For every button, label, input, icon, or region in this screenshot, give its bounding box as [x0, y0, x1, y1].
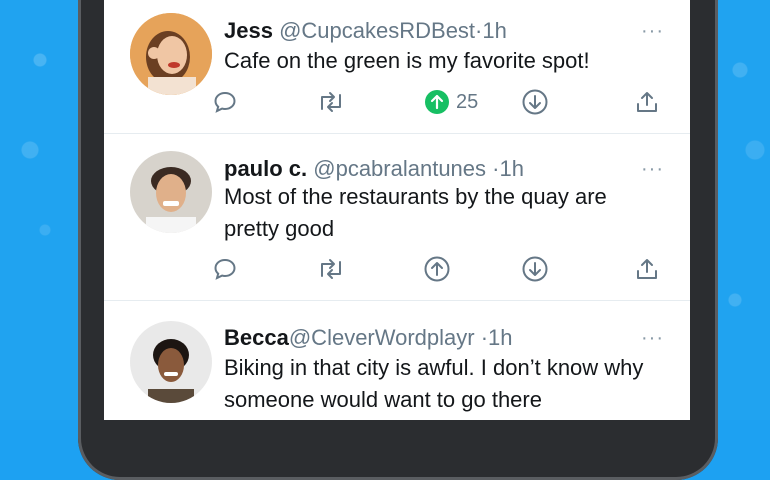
- author-handle[interactable]: @pcabralantunes: [313, 156, 486, 181]
- more-options-button[interactable]: ···: [641, 327, 664, 350]
- avatar[interactable]: [130, 321, 212, 403]
- timestamp: ·1h: [481, 325, 513, 350]
- more-options-button[interactable]: ···: [641, 158, 664, 181]
- tweet-header: Jess @CupcakesRDBest·1h: [224, 18, 507, 44]
- more-options-button[interactable]: ···: [641, 20, 664, 43]
- retweet-icon: [316, 89, 346, 115]
- downvote-icon: [522, 89, 548, 115]
- tweet-text: Biking in that city is awful. I don’t kn…: [224, 352, 664, 416]
- upvote-button[interactable]: [424, 254, 450, 284]
- author-handle[interactable]: @CupcakesRDBest: [279, 18, 475, 43]
- upvote-icon: [424, 256, 450, 282]
- share-icon: [634, 89, 660, 115]
- author-name[interactable]: Jess: [224, 18, 273, 43]
- reply-button[interactable]: [212, 254, 238, 284]
- reply-button[interactable]: [212, 87, 238, 117]
- tweet-actions: 25: [224, 87, 664, 117]
- tweet[interactable]: Jess @CupcakesRDBest·1h ··· Cafe on the …: [104, 0, 690, 134]
- avatar[interactable]: [130, 13, 212, 95]
- tweet-header: Becca@CleverWordplayr ·1h: [224, 325, 513, 351]
- downvote-button[interactable]: [522, 254, 548, 284]
- retweet-icon: [316, 256, 346, 282]
- author-name[interactable]: paulo c.: [224, 156, 307, 181]
- retweet-button[interactable]: [316, 87, 346, 117]
- reply-icon: [212, 256, 238, 282]
- timestamp: ·1h: [492, 156, 524, 181]
- tweet-header: paulo c. @pcabralantunes ·1h: [224, 156, 524, 182]
- tweet[interactable]: Becca@CleverWordplayr ·1h ··· Biking in …: [104, 301, 690, 420]
- share-button[interactable]: [634, 254, 660, 284]
- upvote-button[interactable]: 25: [424, 87, 478, 117]
- author-handle[interactable]: @CleverWordplayr: [289, 325, 475, 350]
- upvote-icon: [424, 89, 450, 115]
- tweet[interactable]: paulo c. @pcabralantunes ·1h ··· Most of…: [104, 134, 690, 301]
- tweet-text: Most of the restaurants by the quay are …: [224, 181, 664, 245]
- retweet-button[interactable]: [316, 254, 346, 284]
- feed-screen[interactable]: Jess @CupcakesRDBest·1h ··· Cafe on the …: [104, 0, 690, 420]
- share-button[interactable]: [634, 87, 660, 117]
- tweet-actions: [224, 254, 664, 284]
- avatar[interactable]: [130, 151, 212, 233]
- tweet-text: Cafe on the green is my favorite spot!: [224, 45, 664, 77]
- timestamp: ·1h: [475, 18, 507, 43]
- downvote-button[interactable]: [522, 87, 548, 117]
- reply-icon: [212, 89, 238, 115]
- share-icon: [634, 256, 660, 282]
- upvote-count: 25: [456, 91, 478, 114]
- downvote-icon: [522, 256, 548, 282]
- author-name[interactable]: Becca: [224, 325, 289, 350]
